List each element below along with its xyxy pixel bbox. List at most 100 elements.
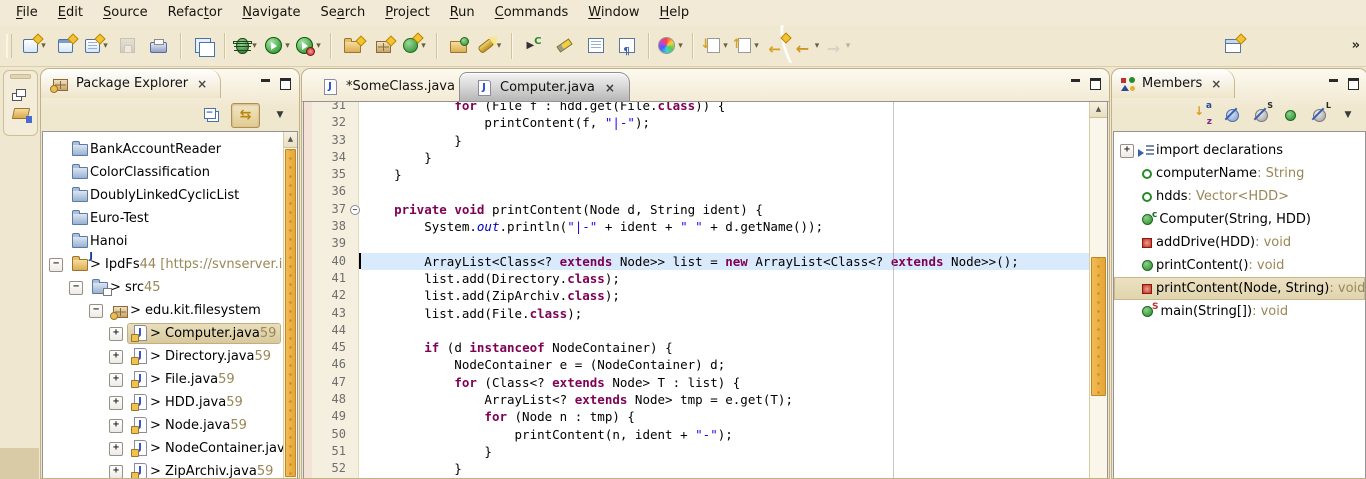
menu-item-search[interactable]: Search: [311, 3, 376, 22]
view-menu-icon[interactable]: [1339, 106, 1357, 124]
tree-item[interactable]: +> Directory.java 59: [43, 345, 284, 368]
tree-item[interactable]: +> HDD.java 59: [43, 391, 284, 414]
editor-tab-computer-java[interactable]: Computer.java×: [459, 72, 630, 102]
hide-static-icon[interactable]: S: [1252, 106, 1270, 124]
show-whitespace-button[interactable]: [611, 31, 642, 61]
maximize-icon[interactable]: [1090, 78, 1101, 90]
code-line[interactable]: 31 for (File f : hdd.get(File.class)) {: [304, 101, 1090, 114]
code-editor[interactable]: 31 for (File f : hdd.get(File.class)) {3…: [303, 101, 1108, 478]
menu-item-source[interactable]: Source: [93, 3, 158, 22]
editor-tab--someclass-java[interactable]: *SomeClass.java: [306, 72, 470, 101]
code-line[interactable]: 48 ArrayList<? extends Node> tmp = e.get…: [304, 391, 1090, 408]
color-wheel-button[interactable]: [655, 31, 686, 61]
back-button[interactable]: [792, 31, 823, 61]
new-window-button[interactable]: [50, 31, 81, 61]
maximize-icon[interactable]: [280, 78, 291, 90]
member-item[interactable]: computerName : String: [1114, 162, 1365, 185]
tree-item[interactable]: −> IpdFs 44 [https://svnserver.i: [43, 253, 284, 276]
code-line[interactable]: 42 list.add(ZipArchiv.class);: [304, 287, 1090, 304]
expand-icon[interactable]: +: [109, 465, 123, 479]
minimize-icon[interactable]: [1329, 79, 1338, 82]
view-menu-icon[interactable]: [271, 106, 289, 124]
close-icon[interactable]: ×: [197, 78, 207, 90]
search-button[interactable]: [474, 31, 505, 61]
code-line[interactable]: 47 for (Class<? extends Node> T : list) …: [304, 374, 1090, 391]
code-line[interactable]: 44: [304, 322, 1090, 339]
new-wizard-button[interactable]: [19, 31, 50, 61]
minimize-icon[interactable]: [1071, 79, 1080, 82]
editor-scrollbar[interactable]: ▲: [1089, 102, 1107, 478]
scrollbar-thumb[interactable]: [1091, 257, 1106, 396]
package-explorer-tab[interactable]: Package Explorer ×: [41, 69, 221, 98]
close-icon[interactable]: ×: [1211, 78, 1221, 90]
package-explorer-scrollbar[interactable]: ▲: [283, 132, 297, 478]
code-line[interactable]: 45 if (d instanceof NodeContainer) {: [304, 339, 1090, 356]
code-line[interactable]: 37− private void printContent(Node d, St…: [304, 201, 1090, 218]
close-icon[interactable]: ×: [605, 82, 615, 94]
next-annotation-button[interactable]: [699, 31, 730, 61]
tree-item[interactable]: +> File.java 59: [43, 368, 284, 391]
refresh-views-button[interactable]: [187, 31, 218, 61]
new-java-project-button[interactable]: [337, 31, 368, 61]
collapse-icon[interactable]: −: [49, 258, 63, 272]
scrollbar-thumb[interactable]: [285, 149, 296, 477]
expand-icon[interactable]: +: [109, 419, 123, 433]
code-line[interactable]: 38 System.out.println("|-" + ident + " "…: [304, 218, 1090, 235]
debug-button[interactable]: [231, 31, 262, 61]
tree-item[interactable]: +> Node.java 59: [43, 414, 284, 437]
menu-item-help[interactable]: Help: [650, 3, 700, 22]
collapse-icon[interactable]: −: [89, 304, 103, 318]
code-line[interactable]: 35 }: [304, 166, 1090, 183]
tree-item[interactable]: Hanoi: [43, 230, 284, 253]
menu-item-navigate[interactable]: Navigate: [232, 3, 310, 22]
member-item[interactable]: printContent() : void: [1114, 254, 1365, 277]
link-with-editor-icon[interactable]: [231, 103, 260, 128]
menu-item-commands[interactable]: Commands: [485, 3, 579, 22]
hide-local-types-icon[interactable]: L: [1310, 106, 1328, 124]
code-line[interactable]: 34 }: [304, 149, 1090, 166]
expand-icon[interactable]: +: [109, 327, 123, 341]
member-item[interactable]: hdds : Vector<HDD>: [1114, 185, 1365, 208]
code-line[interactable]: 40 ArrayList<Class<? extends Node>> list…: [304, 253, 1090, 270]
member-item[interactable]: Smain(String[]) : void: [1114, 300, 1365, 323]
scroll-up-icon[interactable]: ▲: [284, 132, 297, 148]
code-line[interactable]: 43 list.add(File.class);: [304, 305, 1090, 322]
tree-item[interactable]: −> edu.kit.filesystem: [43, 299, 284, 322]
hide-nonpublic-icon[interactable]: [1281, 106, 1299, 124]
run-external-button[interactable]: [293, 31, 324, 61]
prev-annotation-button[interactable]: [730, 31, 761, 61]
expand-icon[interactable]: +: [1120, 144, 1134, 158]
print-button[interactable]: [143, 31, 174, 61]
member-item[interactable]: +import declarations: [1114, 139, 1365, 162]
open-folder-icon[interactable]: [11, 104, 31, 122]
menu-item-edit[interactable]: Edit: [48, 3, 93, 22]
hide-fields-icon[interactable]: [1223, 106, 1241, 124]
tree-item[interactable]: +> Computer.java 59: [43, 322, 284, 345]
save-button[interactable]: [112, 31, 143, 61]
expand-icon[interactable]: +: [109, 396, 123, 410]
code-line[interactable]: 50 printContent(n, ident + "-");: [304, 426, 1090, 443]
menu-item-refactor[interactable]: Refactor: [158, 3, 233, 22]
new-fastview-button[interactable]: [1217, 31, 1248, 61]
code-line[interactable]: 41 list.add(Directory.class);: [304, 270, 1090, 287]
sort-icon[interactable]: ↓: [1194, 106, 1212, 124]
expand-icon[interactable]: +: [109, 373, 123, 387]
new-package-button[interactable]: [368, 31, 399, 61]
member-item[interactable]: addDrive(HDD) : void: [1114, 231, 1365, 254]
code-line[interactable]: 46 NodeContainer e = (NodeContainer) d;: [304, 356, 1090, 373]
fold-collapse-icon[interactable]: −: [350, 205, 360, 215]
code-line[interactable]: 52 }: [304, 460, 1090, 477]
menu-item-run[interactable]: Run: [440, 3, 485, 22]
tree-item[interactable]: +> NodeContainer.java: [43, 437, 284, 460]
code-line[interactable]: 32 printContent(f, "|-");: [304, 114, 1090, 131]
collapse-icon[interactable]: −: [69, 281, 83, 295]
code-line[interactable]: 33 }: [304, 132, 1090, 149]
run-button[interactable]: [262, 31, 293, 61]
new-task-button[interactable]: [518, 31, 549, 61]
menu-item-project[interactable]: Project: [375, 3, 440, 22]
menu-item-file[interactable]: File: [6, 3, 48, 22]
restore-view-icon[interactable]: [11, 84, 31, 102]
menu-item-window[interactable]: Window: [578, 3, 649, 22]
minimize-icon[interactable]: [261, 79, 270, 82]
code-line[interactable]: 36: [304, 183, 1090, 200]
